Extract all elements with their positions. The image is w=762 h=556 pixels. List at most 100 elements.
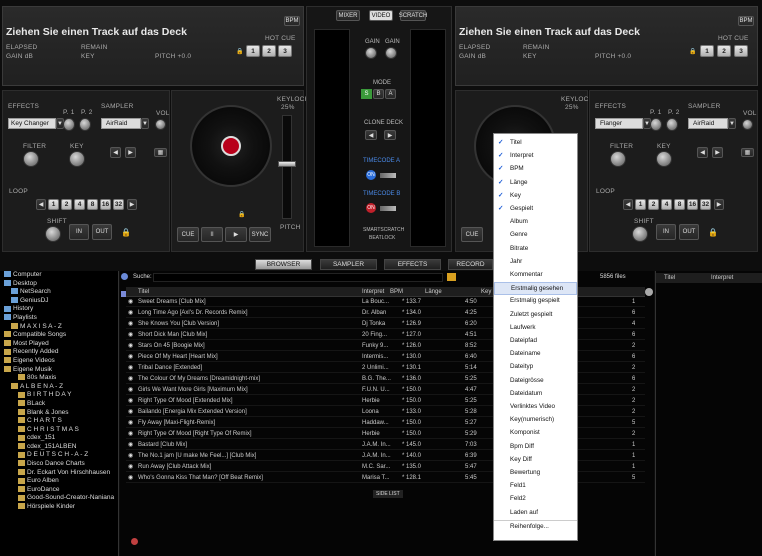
menu-item[interactable]: Dateidatum: [494, 388, 577, 401]
tree-item[interactable]: Eigene Musik: [0, 366, 118, 375]
tree-item[interactable]: GeniusDJ: [0, 297, 118, 306]
tree-item[interactable]: Hörspiele Kinder: [0, 503, 118, 512]
menu-item[interactable]: ✓ Titel: [494, 137, 577, 150]
tree-item[interactable]: Recently Added: [0, 348, 118, 357]
left-pause-button[interactable]: II: [201, 227, 223, 242]
left-loop-next[interactable]: ▶: [127, 199, 137, 210]
left-p1-knob[interactable]: [63, 118, 75, 131]
menu-item[interactable]: ✓ Interpret: [494, 150, 577, 163]
mixer-tab-video[interactable]: VIDEO: [369, 10, 393, 21]
mixer-timecode-b-on[interactable]: ON: [366, 203, 376, 213]
left-bpm-button[interactable]: BPM: [284, 16, 300, 26]
side-col-interpret[interactable]: Interpret: [711, 275, 733, 281]
side-col-titel[interactable]: Titel: [664, 275, 675, 281]
left-sampler-prev[interactable]: ◀: [110, 147, 121, 158]
menu-item[interactable]: Bitrate: [494, 243, 577, 256]
right-effect-select[interactable]: Flanger: [595, 118, 643, 129]
menu-item[interactable]: Key Diff: [494, 454, 577, 467]
menu-item[interactable]: Jahr: [494, 256, 577, 269]
left-loop-prev[interactable]: ◀: [36, 199, 46, 210]
menu-item[interactable]: Album: [494, 216, 577, 229]
left-hotcue-2[interactable]: 2: [262, 45, 276, 57]
menu-item[interactable]: ✓ Key: [494, 190, 577, 203]
left-sampler-dropdown[interactable]: ▼: [141, 118, 149, 129]
right-sampler-grid[interactable]: ▦: [741, 148, 754, 157]
right-p1-knob[interactable]: [650, 118, 662, 131]
left-sampler-select[interactable]: AirRaid: [101, 118, 141, 129]
tab-effects[interactable]: EFFECTS: [384, 259, 441, 270]
menu-item[interactable]: Zuletzt gespielt: [494, 309, 577, 322]
menu-item[interactable]: Bpm Diff: [494, 441, 577, 454]
mixer-tab-scratch[interactable]: SCRATCH: [399, 10, 427, 21]
tree-item[interactable]: cdex_151ALBEN: [0, 443, 118, 452]
menu-item[interactable]: Erstmalig gespielt: [494, 295, 577, 308]
mixer-mode-a[interactable]: A: [385, 89, 396, 99]
right-loop-prev[interactable]: ◀: [623, 199, 633, 210]
right-filter-knob[interactable]: [610, 151, 626, 167]
col-titel[interactable]: Titel: [138, 289, 149, 295]
menu-item[interactable]: Laden auf: [494, 507, 577, 520]
tree-item[interactable]: BLack: [0, 400, 118, 409]
tree-item[interactable]: Most Played: [0, 340, 118, 349]
menu-item[interactable]: Dateigrösse: [494, 375, 577, 388]
mixer-clone-left[interactable]: ◀: [365, 130, 377, 140]
right-loop-32[interactable]: 32: [700, 199, 711, 210]
search-options-icon[interactable]: [447, 273, 456, 281]
left-vol-knob[interactable]: [155, 119, 166, 130]
menu-item[interactable]: ✓ Gespielt: [494, 203, 577, 216]
menu-item[interactable]: Feld1: [494, 480, 577, 493]
left-sync-button[interactable]: SYNC: [249, 227, 271, 242]
tree-item[interactable]: History: [0, 305, 118, 314]
menu-item[interactable]: ✓ Länge: [494, 177, 577, 190]
left-filter-knob[interactable]: [23, 151, 39, 167]
tree-item[interactable]: A L B E N A - Z: [0, 383, 118, 392]
mixer-tab-mixer[interactable]: MIXER: [336, 10, 360, 21]
mixer-mode-s[interactable]: S: [361, 89, 372, 99]
tree-item[interactable]: Computer: [0, 271, 118, 280]
tree-item[interactable]: NetSearch: [0, 288, 118, 297]
menu-item[interactable]: Laufwerk: [494, 322, 577, 335]
side-list-button[interactable]: SIDE LIST: [373, 490, 403, 498]
tree-item[interactable]: Desktop: [0, 280, 118, 289]
right-loop-4[interactable]: 4: [661, 199, 672, 210]
menu-item[interactable]: Feld2: [494, 493, 577, 506]
left-loop-2[interactable]: 2: [61, 199, 72, 210]
mixer-gain-left-knob[interactable]: [365, 47, 377, 59]
tree-item[interactable]: Eigene Videos: [0, 357, 118, 366]
tab-record[interactable]: RECORD: [448, 259, 493, 270]
tree-item[interactable]: D E U T S C H - A - Z: [0, 451, 118, 460]
right-p2-knob[interactable]: [666, 118, 678, 131]
right-loop-16[interactable]: 16: [687, 199, 698, 210]
menu-item[interactable]: Bewertung: [494, 467, 577, 480]
right-shift-knob[interactable]: [632, 226, 648, 242]
right-cue-button[interactable]: CUE: [461, 227, 483, 242]
tree-item[interactable]: C H R I S T M A S: [0, 426, 118, 435]
right-vol-knob[interactable]: [742, 119, 753, 130]
right-key-knob[interactable]: [656, 151, 672, 167]
mixer-mode-b[interactable]: B: [373, 89, 384, 99]
tree-item[interactable]: Dr. Eckart Von Hirschhausen: [0, 469, 118, 478]
menu-item[interactable]: Dateityp: [494, 361, 577, 374]
col-laenge[interactable]: Länge: [425, 289, 442, 295]
left-loop-out[interactable]: OUT: [92, 224, 112, 240]
mixer-timecode-a-on[interactable]: ON: [366, 170, 376, 180]
left-loop-1[interactable]: 1: [48, 199, 59, 210]
tree-item[interactable]: Compatible Songs: [0, 331, 118, 340]
tree-item[interactable]: Blank & Jones: [0, 409, 118, 418]
left-sampler-grid[interactable]: ▦: [154, 148, 167, 157]
mixer-clone-right[interactable]: ▶: [384, 130, 396, 140]
tab-sampler[interactable]: SAMPLER: [320, 259, 377, 270]
tree-item[interactable]: Euro Alben: [0, 477, 118, 486]
tree-item[interactable]: EuroDance: [0, 486, 118, 495]
left-sampler-next[interactable]: ▶: [125, 147, 136, 158]
tree-item[interactable]: Good-Sound-Creator-Naniana: [0, 494, 118, 503]
left-hotcue-1[interactable]: 1: [246, 45, 260, 57]
left-loop-8[interactable]: 8: [87, 199, 98, 210]
left-key-knob[interactable]: [69, 151, 85, 167]
left-shift-knob[interactable]: [45, 226, 61, 242]
right-loop-out[interactable]: OUT: [679, 224, 699, 240]
right-sampler-dropdown[interactable]: ▼: [728, 118, 736, 129]
col-bpm[interactable]: BPM: [390, 289, 403, 295]
right-loop-8[interactable]: 8: [674, 199, 685, 210]
right-loop-1[interactable]: 1: [635, 199, 646, 210]
